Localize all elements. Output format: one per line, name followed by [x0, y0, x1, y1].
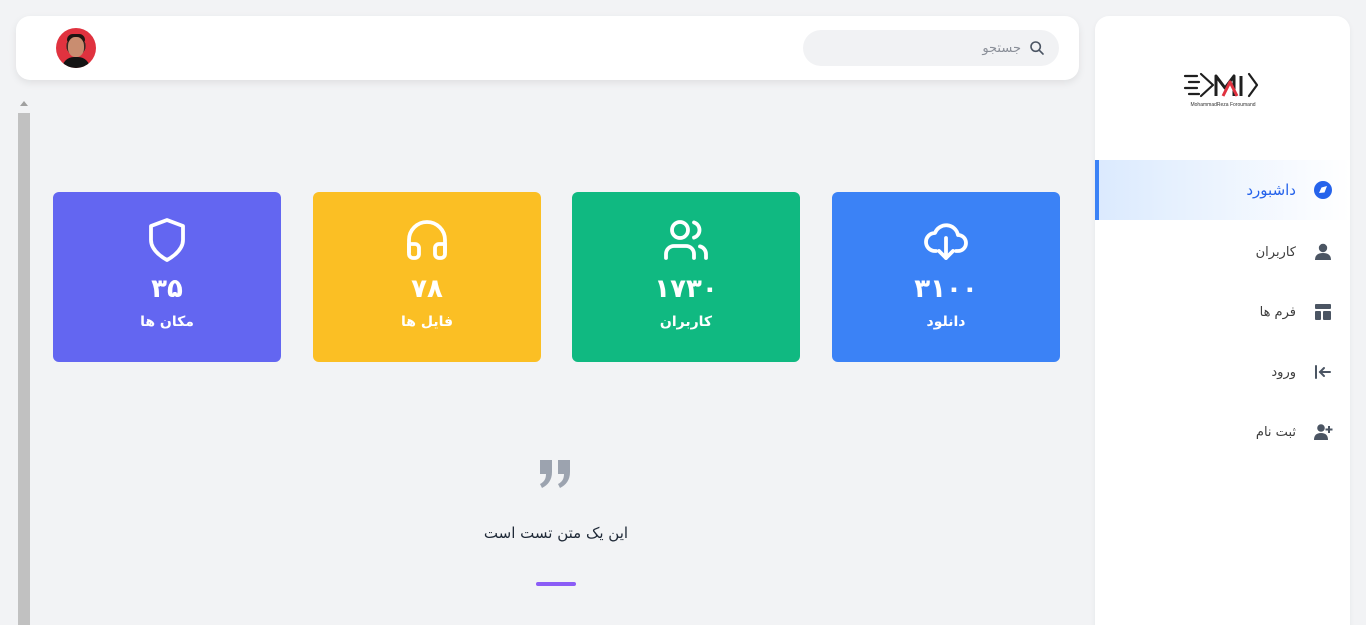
user-avatar[interactable] [56, 28, 96, 68]
headphones-icon [313, 216, 541, 264]
search-icon[interactable] [1029, 40, 1045, 56]
card-label: کاربران [659, 314, 713, 330]
stat-card-places[interactable]: ۳۵ مکان ها [53, 192, 281, 362]
users-icon [572, 216, 800, 264]
sidebar: MohammadReza Foroumand داشبورد کاربران ف… [1095, 16, 1350, 625]
vertical-scrollbar[interactable] [16, 97, 32, 625]
quote-text: این یک متن تست است [483, 524, 629, 542]
card-value: ۱۷۳۰ [654, 274, 718, 304]
card-value: ۳۵ [151, 274, 183, 304]
user-icon [1312, 241, 1334, 263]
avatar-shirt [62, 57, 90, 68]
sidebar-item-login[interactable]: ورود [1095, 342, 1350, 402]
cloud-download-icon [832, 216, 1060, 264]
scrollbar-thumb[interactable] [18, 113, 30, 625]
search-box[interactable] [803, 30, 1059, 66]
card-label: فایل ها [400, 314, 453, 330]
card-label: مکان ها [140, 314, 194, 330]
top-header [16, 16, 1079, 80]
card-value: ۳۱۰۰ [914, 274, 978, 304]
sidebar-item-label: ثبت نام [1255, 424, 1296, 440]
scroll-up-arrow-icon[interactable] [20, 101, 28, 106]
layout-icon [1312, 301, 1334, 323]
sidebar-item-users[interactable]: کاربران [1095, 222, 1350, 282]
login-icon [1312, 361, 1334, 383]
logo-caption: MohammadReza Foroumand [1190, 102, 1255, 108]
quote-icon [540, 460, 570, 488]
avatar-face [68, 37, 84, 57]
brand-logo[interactable]: MohammadReza Foroumand [1183, 68, 1263, 108]
sidebar-item-label: داشبورد [1246, 181, 1296, 199]
card-value: ۷۸ [411, 274, 443, 304]
compass-icon [1312, 179, 1334, 201]
stat-card-downloads[interactable]: ۳۱۰۰ دانلود [832, 192, 1060, 362]
shield-icon [53, 216, 281, 264]
sidebar-item-label: ورود [1271, 364, 1296, 380]
quote-divider [536, 582, 576, 586]
user-plus-icon [1312, 421, 1334, 443]
stat-card-users[interactable]: ۱۷۳۰ کاربران [572, 192, 800, 362]
sidebar-item-label: فرم ها [1259, 304, 1296, 320]
card-label: دانلود [926, 314, 966, 330]
sidebar-item-dashboard[interactable]: داشبورد [1095, 160, 1350, 220]
sidebar-item-register[interactable]: ثبت نام [1095, 402, 1350, 462]
stat-card-files[interactable]: ۷۸ فایل ها [313, 192, 541, 362]
sidebar-item-forms[interactable]: فرم ها [1095, 282, 1350, 342]
sidebar-item-label: کاربران [1255, 244, 1296, 260]
search-input[interactable] [821, 40, 1021, 56]
